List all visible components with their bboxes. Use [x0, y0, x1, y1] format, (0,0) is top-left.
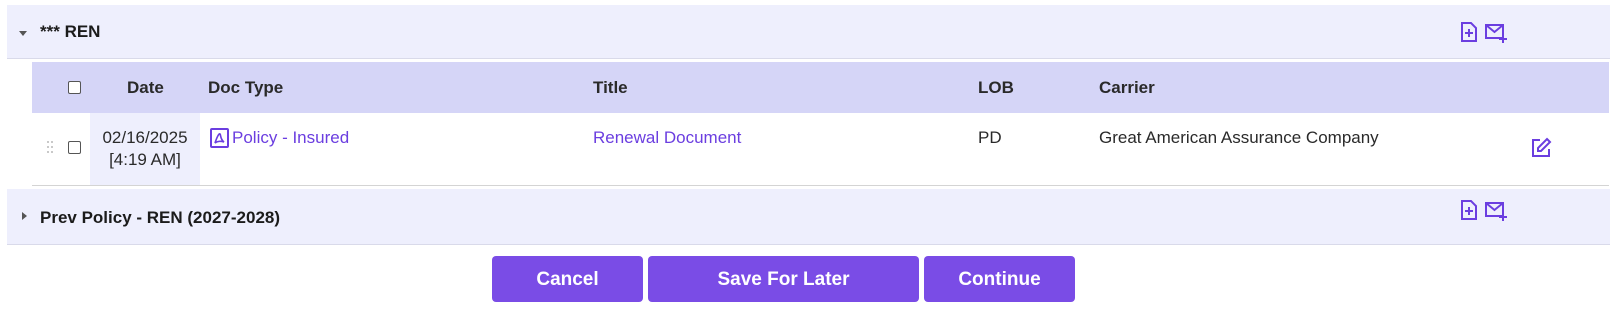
cancel-button[interactable]: Cancel	[492, 256, 643, 302]
row-carrier: Great American Assurance Company	[1099, 128, 1379, 147]
add-document-icon[interactable]	[1458, 199, 1480, 221]
title-link[interactable]: Renewal Document	[593, 128, 741, 148]
email-add-icon[interactable]	[1484, 21, 1508, 43]
row-checkbox[interactable]	[68, 141, 81, 154]
select-all-checkbox[interactable]	[68, 81, 81, 94]
group-header-prev-policy[interactable]: Prev Policy - REN (2027-2028)	[7, 189, 1610, 245]
column-header-carrier[interactable]: Carrier	[1099, 78, 1155, 98]
add-document-icon[interactable]	[1458, 21, 1480, 43]
expand-caret-icon[interactable]	[22, 212, 27, 220]
table-row[interactable]: 02/16/2025 [4:19 AM] Policy - Insured Re…	[32, 113, 1609, 186]
column-header-date[interactable]: Date	[127, 78, 164, 98]
save-for-later-button[interactable]: Save For Later	[648, 256, 919, 302]
group-title: *** REN	[40, 22, 101, 41]
group-header-ren[interactable]: *** REN	[7, 5, 1610, 59]
drag-handle-icon[interactable]	[47, 141, 55, 157]
pdf-icon[interactable]	[210, 128, 229, 148]
column-header-lob[interactable]: LOB	[978, 78, 1014, 98]
row-lob: PD	[978, 128, 1002, 147]
table-header: Date Doc Type Title LOB Carrier	[32, 62, 1609, 113]
column-header-doc-type[interactable]: Doc Type	[208, 78, 283, 98]
edit-icon[interactable]	[1530, 137, 1552, 159]
row-time: [4:19 AM]	[109, 150, 181, 169]
doc-type-link[interactable]: Policy - Insured	[232, 128, 349, 148]
column-header-title[interactable]: Title	[593, 78, 628, 98]
email-add-icon[interactable]	[1484, 199, 1508, 221]
continue-button[interactable]: Continue	[924, 256, 1075, 302]
group-title: Prev Policy - REN (2027-2028)	[40, 208, 281, 227]
row-date: 02/16/2025	[102, 128, 188, 147]
collapse-caret-icon[interactable]	[19, 31, 27, 36]
